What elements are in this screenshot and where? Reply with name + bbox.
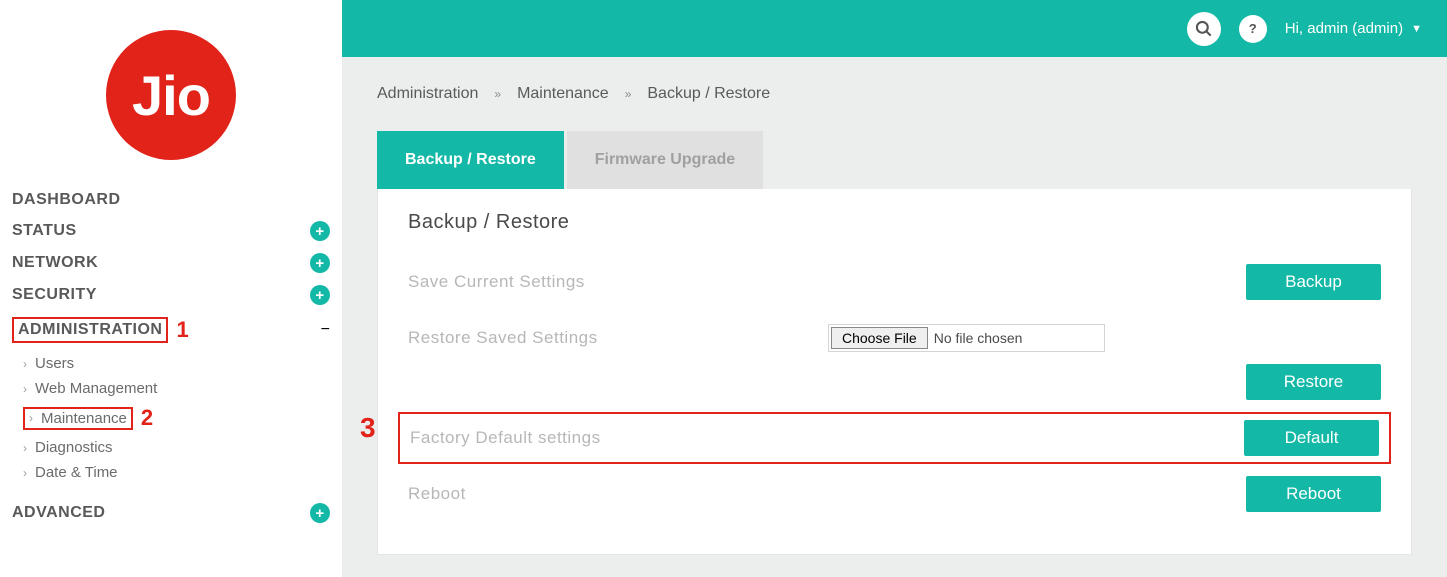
nav-label: SECURITY bbox=[12, 286, 97, 304]
subnav-date-time[interactable]: › Date & Time bbox=[23, 460, 334, 485]
help-button[interactable]: ? bbox=[1239, 15, 1267, 43]
content: Backup / Restore Firmware Upgrade Backup… bbox=[342, 131, 1447, 577]
sidebar: Jio DASHBOARD STATUS + NETWORK + SECURIT… bbox=[0, 0, 342, 577]
subnav-users[interactable]: › Users bbox=[23, 351, 334, 376]
subnav-label: Diagnostics bbox=[35, 439, 113, 456]
breadcrumb-separator: » bbox=[625, 87, 632, 101]
subnav-label: Users bbox=[35, 355, 74, 372]
restore-button[interactable]: Restore bbox=[1246, 364, 1381, 400]
annotation-box-2: › Maintenance bbox=[23, 407, 133, 430]
nav-dashboard[interactable]: DASHBOARD bbox=[8, 185, 334, 215]
chevron-right-icon: › bbox=[23, 466, 27, 480]
plus-icon[interactable]: + bbox=[310, 253, 330, 273]
row-restore-action: Restore bbox=[408, 364, 1381, 412]
file-status-text: No file chosen bbox=[934, 330, 1103, 346]
tab-backup-restore[interactable]: Backup / Restore bbox=[377, 131, 564, 189]
breadcrumb: Administration » Maintenance » Backup / … bbox=[342, 57, 1447, 131]
chevron-right-icon: › bbox=[23, 441, 27, 455]
nav: DASHBOARD STATUS + NETWORK + SECURITY + … bbox=[0, 185, 342, 529]
nav-label: STATUS bbox=[12, 222, 77, 240]
breadcrumb-item[interactable]: Maintenance bbox=[517, 85, 609, 103]
search-button[interactable] bbox=[1187, 12, 1221, 46]
greeting-text: Hi, admin (admin) bbox=[1285, 20, 1403, 37]
annotation-number-2: 2 bbox=[141, 405, 153, 431]
row-save-settings: Save Current Settings Backup bbox=[408, 252, 1381, 312]
tab-firmware-upgrade[interactable]: Firmware Upgrade bbox=[567, 131, 763, 189]
restore-settings-label: Restore Saved Settings bbox=[408, 328, 828, 348]
nav-label: NETWORK bbox=[12, 254, 98, 272]
search-icon bbox=[1194, 19, 1214, 39]
panel-title: Backup / Restore bbox=[408, 211, 1381, 234]
plus-icon[interactable]: + bbox=[310, 285, 330, 305]
annotation-box-1: ADMINISTRATION bbox=[12, 317, 168, 343]
save-settings-label: Save Current Settings bbox=[408, 272, 828, 292]
subnav-diagnostics[interactable]: › Diagnostics bbox=[23, 435, 334, 460]
annotation-number-1: 1 bbox=[176, 317, 188, 343]
tabs: Backup / Restore Firmware Upgrade bbox=[377, 131, 1412, 189]
row-reboot: Reboot Reboot bbox=[408, 464, 1381, 524]
nav-label: ADMINISTRATION bbox=[18, 321, 162, 338]
row-restore-settings: Restore Saved Settings Choose File No fi… bbox=[408, 312, 1381, 364]
chevron-right-icon: › bbox=[23, 382, 27, 396]
plus-icon[interactable]: + bbox=[310, 221, 330, 241]
admin-subnav: › Users › Web Management › Maintenance 2… bbox=[8, 349, 334, 491]
panel: Backup / Restore Save Current Settings B… bbox=[377, 189, 1412, 555]
subnav-web-management[interactable]: › Web Management bbox=[23, 376, 334, 401]
chevron-right-icon: › bbox=[23, 357, 27, 371]
nav-label: ADVANCED bbox=[12, 504, 105, 522]
reboot-button[interactable]: Reboot bbox=[1246, 476, 1381, 512]
breadcrumb-item: Backup / Restore bbox=[647, 85, 770, 103]
nav-security[interactable]: SECURITY + bbox=[8, 279, 334, 311]
backup-button[interactable]: Backup bbox=[1246, 264, 1381, 300]
nav-network[interactable]: NETWORK + bbox=[8, 247, 334, 279]
annotation-number-3: 3 bbox=[360, 412, 376, 444]
subnav-label: Web Management bbox=[35, 380, 157, 397]
help-icon: ? bbox=[1249, 21, 1257, 36]
breadcrumb-separator: » bbox=[494, 87, 501, 101]
chevron-right-icon: › bbox=[29, 411, 33, 425]
topbar: ? Hi, admin (admin) ▼ bbox=[342, 0, 1447, 57]
subnav-maintenance[interactable]: Maintenance bbox=[41, 410, 127, 427]
row-factory-default: Factory Default settings Default bbox=[398, 412, 1391, 464]
nav-status[interactable]: STATUS + bbox=[8, 215, 334, 247]
nav-label: DASHBOARD bbox=[12, 191, 121, 209]
minus-icon[interactable]: − bbox=[321, 321, 330, 339]
subnav-label: Date & Time bbox=[35, 464, 118, 481]
user-menu[interactable]: Hi, admin (admin) ▼ bbox=[1285, 20, 1422, 37]
chevron-down-icon: ▼ bbox=[1411, 23, 1422, 35]
breadcrumb-item[interactable]: Administration bbox=[377, 85, 478, 103]
choose-file-button[interactable]: Choose File bbox=[831, 327, 928, 349]
default-button[interactable]: Default bbox=[1244, 420, 1379, 456]
main: ? Hi, admin (admin) ▼ Administration » M… bbox=[342, 0, 1447, 577]
factory-default-label: Factory Default settings bbox=[406, 428, 826, 448]
nav-administration[interactable]: ADMINISTRATION 1 − bbox=[8, 311, 334, 349]
nav-advanced[interactable]: ADVANCED + bbox=[8, 497, 334, 529]
logo-container: Jio bbox=[0, 0, 342, 185]
reboot-label: Reboot bbox=[408, 484, 828, 504]
plus-icon[interactable]: + bbox=[310, 503, 330, 523]
file-input[interactable]: Choose File No file chosen bbox=[828, 324, 1105, 352]
jio-logo: Jio bbox=[106, 30, 236, 160]
